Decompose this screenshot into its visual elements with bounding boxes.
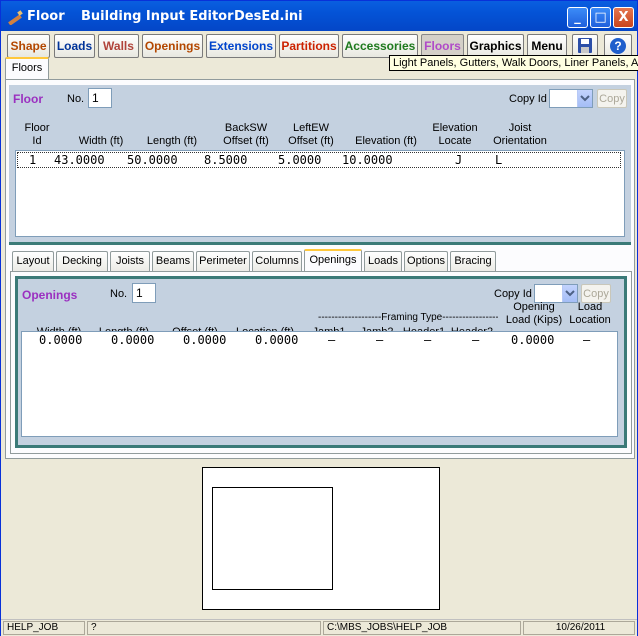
openings-section: Openings No. 1 Copy Id Copy ------------…: [15, 276, 627, 448]
minimize-icon: _: [574, 10, 581, 25]
op-location-cell[interactable]: 0.0000: [255, 333, 298, 347]
tab-layout[interactable]: Layout: [12, 251, 54, 271]
maximize-button[interactable]: □: [590, 7, 611, 28]
tab-bracing[interactable]: Bracing: [450, 251, 496, 271]
floor-col-width-header: Width (ft): [78, 135, 124, 147]
floor-section-title: Floor: [13, 92, 43, 106]
floor-length-cell[interactable]: 50.0000: [127, 153, 178, 167]
floor-subtabs: Layout Decking Joists Beams Perimeter Co…: [10, 249, 630, 271]
status-job: HELP_JOB: [3, 621, 85, 635]
floor-col-elevation-header: Elevation (ft): [355, 135, 417, 147]
main-window: Floor Building Input Editor DesEd.ini _ …: [0, 0, 638, 636]
op-load-location-cell[interactable]: –: [583, 333, 590, 347]
chevron-down-icon: [577, 90, 592, 107]
floor-section: Floor No. 1 Copy Id Copy Floor Id Width (…: [9, 85, 631, 245]
openings-no-label: No.: [110, 288, 128, 300]
title-bar[interactable]: Floor Building Input Editor DesEd.ini _ …: [1, 1, 637, 31]
floor-no-input[interactable]: 1: [88, 88, 112, 108]
op-width-cell[interactable]: 0.0000: [39, 333, 82, 347]
status-date: 10/26/2011: [523, 621, 635, 635]
table-row[interactable]: 0.0000 0.0000 0.0000 0.0000 – – – – 0.00…: [23, 333, 615, 349]
floor-backsw-cell[interactable]: 8.5000: [204, 153, 247, 167]
floor-joist-orientation-cell[interactable]: L: [495, 153, 502, 167]
floor-copy-id-select[interactable]: [549, 89, 593, 108]
partitions-button[interactable]: Partitions: [279, 34, 339, 58]
floor-preview-canvas: [202, 467, 440, 610]
floor-copy-button[interactable]: Copy: [597, 89, 627, 108]
floor-col-joist-orientation-header: Joist Orientation: [493, 122, 547, 147]
tab-joists[interactable]: Joists: [110, 251, 150, 271]
op-length-cell[interactable]: 0.0000: [111, 333, 154, 347]
floor-outline-shape: [212, 487, 333, 590]
shape-button[interactable]: Shape: [7, 34, 50, 58]
floor-grid[interactable]: 1 43.0000 50.0000 8.5000 5.0000 10.0000 …: [15, 150, 625, 237]
floor-col-elev-locate-header: Elevation Locate: [432, 122, 478, 147]
floor-width-cell[interactable]: 43.0000: [54, 153, 105, 167]
op-col-load-location-header: Load Location: [569, 301, 611, 326]
tab-beams[interactable]: Beams: [152, 251, 194, 271]
floor-leftew-cell[interactable]: 5.0000: [278, 153, 321, 167]
op-jamb1-cell[interactable]: –: [328, 333, 335, 347]
window-title-editor: Building Input Editor: [81, 9, 234, 24]
help-icon: ?: [610, 38, 626, 54]
openings-copy-id-label: Copy Id: [494, 288, 532, 300]
openings-no-input[interactable]: 1: [132, 283, 156, 303]
status-path: C:\MBS_JOBS\HELP_JOB: [323, 621, 521, 635]
status-help: ?: [87, 621, 321, 635]
tab-loads[interactable]: Loads: [364, 251, 402, 271]
openings-grid[interactable]: 0.0000 0.0000 0.0000 0.0000 – – – – 0.00…: [21, 331, 618, 437]
chevron-down-icon: [562, 285, 577, 302]
floor-copy-id-label: Copy Id: [509, 93, 547, 105]
tab-perimeter[interactable]: Perimeter: [196, 251, 250, 271]
floor-col-length-header: Length (ft): [146, 135, 198, 147]
tab-columns[interactable]: Columns: [252, 251, 302, 271]
op-offset-cell[interactable]: 0.0000: [183, 333, 226, 347]
minimize-button[interactable]: _: [567, 7, 588, 28]
close-icon: X: [618, 10, 629, 25]
window-title-file: DesEd.ini: [234, 9, 303, 24]
tab-floors[interactable]: Floors: [5, 57, 49, 79]
openings-section-title: Openings: [22, 288, 78, 302]
openings-tab-panel: Openings No. 1 Copy Id Copy ------------…: [10, 271, 632, 454]
op-jamb2-cell[interactable]: –: [376, 333, 383, 347]
table-row[interactable]: 1 43.0000 50.0000 8.5000 5.0000 10.0000 …: [17, 152, 621, 168]
loads-button[interactable]: Loads: [54, 34, 95, 58]
tab-openings[interactable]: Openings: [304, 249, 362, 271]
close-button[interactable]: X: [613, 7, 634, 28]
walls-button[interactable]: Walls: [98, 34, 139, 58]
app-pencil-icon: [8, 10, 23, 25]
save-icon: [578, 38, 592, 53]
op-header2-cell[interactable]: –: [472, 333, 479, 347]
openings-button[interactable]: Openings: [142, 34, 203, 58]
window-title-app: Floor: [27, 9, 65, 24]
floors-tab-panel: Floor No. 1 Copy Id Copy Floor Id Width (…: [5, 79, 635, 459]
op-opening-load-cell[interactable]: 0.0000: [511, 333, 554, 347]
extensions-button[interactable]: Extensions: [206, 34, 276, 58]
floor-no-label: No.: [67, 93, 85, 105]
floor-elev-locate-cell[interactable]: J: [455, 153, 462, 167]
floor-elevation-cell[interactable]: 10.0000: [342, 153, 393, 167]
status-bar: HELP_JOB ? C:\MBS_JOBS\HELP_JOB 10/26/20…: [1, 619, 637, 636]
svg-text:?: ?: [614, 39, 621, 53]
toolbar-tooltip: Light Panels, Gutters, Walk Doors, Liner…: [389, 55, 638, 71]
floor-col-leftew-header: LeftEW Offset (ft): [288, 122, 334, 147]
floor-col-id-header: Floor Id: [24, 122, 50, 147]
tab-decking[interactable]: Decking: [56, 251, 108, 271]
main-tabstrip: Floors: [5, 57, 65, 79]
op-header1-cell[interactable]: –: [424, 333, 431, 347]
floor-id-cell[interactable]: 1: [29, 153, 36, 167]
op-col-opening-load-header: Opening Load (Kips): [505, 301, 563, 326]
maximize-icon: □: [594, 10, 607, 25]
floor-col-backsw-header: BackSW Offset (ft): [223, 122, 269, 147]
tab-options[interactable]: Options: [404, 251, 448, 271]
